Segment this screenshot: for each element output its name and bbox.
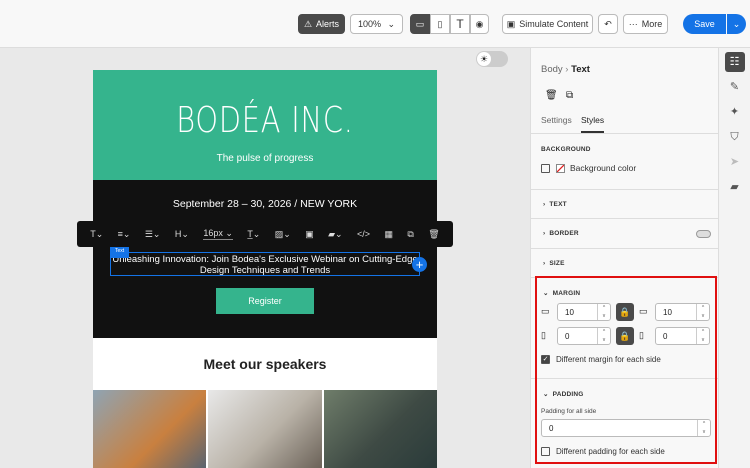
header-section[interactable]: BODÉA INC. The pulse of progress bbox=[93, 70, 437, 180]
color-swatch-icon[interactable] bbox=[556, 164, 565, 174]
border-toggle[interactable] bbox=[696, 230, 711, 238]
logo: BODÉA INC. bbox=[176, 100, 354, 141]
breadcrumb: Body › Text bbox=[541, 64, 590, 75]
speakers-heading: Meet our speakers bbox=[203, 356, 327, 372]
simulate-icon: ▣ bbox=[506, 18, 516, 29]
email-body: BODÉA INC. The pulse of progress Septemb… bbox=[93, 70, 437, 468]
list-icon[interactable]: ☰⌄ bbox=[145, 229, 161, 240]
speaker-photo bbox=[208, 390, 322, 468]
image-icon[interactable]: ▨⌄ bbox=[275, 229, 291, 240]
chevron-down-icon: ⌄ bbox=[732, 18, 741, 29]
heading-select[interactable]: H⌄ bbox=[175, 229, 189, 240]
theme-toggle[interactable]: ☀ bbox=[476, 51, 508, 67]
background-checkbox[interactable] bbox=[541, 164, 550, 174]
email-canvas: BODÉA INC. The pulse of progress Septemb… bbox=[0, 48, 530, 468]
sparkle-icon[interactable]: ✦ bbox=[725, 102, 745, 122]
tab-settings[interactable]: Settings bbox=[541, 115, 572, 125]
rich-text-toolbar: T⌄ ≡⌄ ☰⌄ H⌄ 16px ⌄ T̲⌄ ▨⌄ ▣ ▰⌄ </> ▦ ⧉ 🗑 bbox=[77, 221, 453, 247]
asset-icon[interactable]: ⛉ bbox=[725, 127, 745, 147]
tagline: The pulse of progress bbox=[216, 153, 314, 164]
desktop-icon: ▭ bbox=[415, 18, 425, 29]
alert-icon: ⚠ bbox=[303, 18, 313, 29]
delete-icon[interactable]: 🗑 bbox=[428, 229, 439, 240]
speaker-photo bbox=[323, 390, 437, 468]
settings-sliders-icon[interactable]: ☷ bbox=[724, 52, 745, 72]
duplicate-icon[interactable]: ⧉ bbox=[566, 90, 573, 101]
event-date: September 28 – 30, 2026 / NEW YORK bbox=[172, 198, 358, 210]
personalize-icon[interactable]: ▣ bbox=[305, 229, 314, 240]
desktop-view-button[interactable]: ▭ bbox=[410, 14, 430, 34]
preview-button[interactable]: ◉ bbox=[470, 14, 489, 34]
more-icon: ··· bbox=[628, 19, 638, 29]
event-section[interactable]: September 28 – 30, 2026 / NEW YORK Text … bbox=[93, 180, 437, 338]
delete-icon[interactable]: 🗑 bbox=[545, 90, 558, 101]
headline-text[interactable]: Unleashing Innovation: Join Bodea's Excl… bbox=[112, 254, 417, 276]
background-section: BACKGROUND Background color bbox=[531, 133, 719, 189]
speaker-photos bbox=[93, 390, 437, 468]
comment-icon[interactable]: ▰⌄ bbox=[328, 229, 342, 240]
simulate-content-button[interactable]: ▣ Simulate Content bbox=[502, 14, 593, 34]
mobile-view-button[interactable]: ▯ bbox=[430, 14, 450, 34]
chevron-down-icon: ⌄ bbox=[387, 18, 395, 29]
more-button[interactable]: ··· More bbox=[623, 14, 668, 34]
code-icon[interactable]: </> bbox=[357, 229, 370, 239]
duplicate-icon[interactable]: ⧉ bbox=[407, 229, 413, 240]
undo-icon: ↶ bbox=[604, 18, 612, 29]
add-component-icon[interactable]: + bbox=[412, 257, 427, 272]
save-options-button[interactable]: ⌄ bbox=[727, 14, 746, 34]
undo-button[interactable]: ↶ bbox=[598, 14, 618, 34]
eye-icon: ◉ bbox=[475, 18, 484, 29]
selected-text-block[interactable]: Text Unleashing Innovation: Join Bodea's… bbox=[110, 245, 427, 276]
highlight-box bbox=[535, 276, 717, 464]
text-icon: T bbox=[456, 17, 464, 31]
size-section[interactable]: › SIZE bbox=[531, 248, 719, 277]
send-icon[interactable]: ➤ bbox=[725, 152, 745, 172]
speaker-photo bbox=[93, 390, 207, 468]
comment-icon[interactable]: ▰ bbox=[725, 177, 745, 197]
text-format-icon[interactable]: T̲⌄ bbox=[247, 229, 260, 240]
register-button[interactable]: Register bbox=[216, 288, 314, 314]
text-section[interactable]: › TEXT bbox=[531, 189, 719, 218]
sun-icon: ☀ bbox=[477, 52, 491, 66]
components-icon[interactable]: ▦ bbox=[384, 229, 393, 240]
border-section[interactable]: › BORDER bbox=[531, 218, 719, 248]
zoom-select[interactable]: 100% ⌄ bbox=[350, 14, 403, 34]
tab-styles[interactable]: Styles bbox=[581, 115, 605, 133]
save-button[interactable]: Save bbox=[683, 14, 726, 34]
alerts-button[interactable]: ⚠ Alerts bbox=[298, 14, 345, 34]
align-icon[interactable]: ≡⌄ bbox=[118, 229, 131, 240]
mobile-icon: ▯ bbox=[437, 18, 443, 29]
icon-rail: ☷ ✎ ✦ ⛉ ➤ ▰ bbox=[718, 48, 750, 468]
brush-icon[interactable]: ✎ bbox=[725, 77, 745, 97]
text-style-icon[interactable]: T⌄ bbox=[90, 229, 103, 240]
font-size-select[interactable]: 16px ⌄ bbox=[203, 228, 233, 240]
top-toolbar: ⚠ Alerts 100% ⌄ ▭ ▯ T ◉ ▣ Simulate Content … bbox=[0, 0, 750, 48]
text-view-button[interactable]: T bbox=[450, 14, 470, 34]
